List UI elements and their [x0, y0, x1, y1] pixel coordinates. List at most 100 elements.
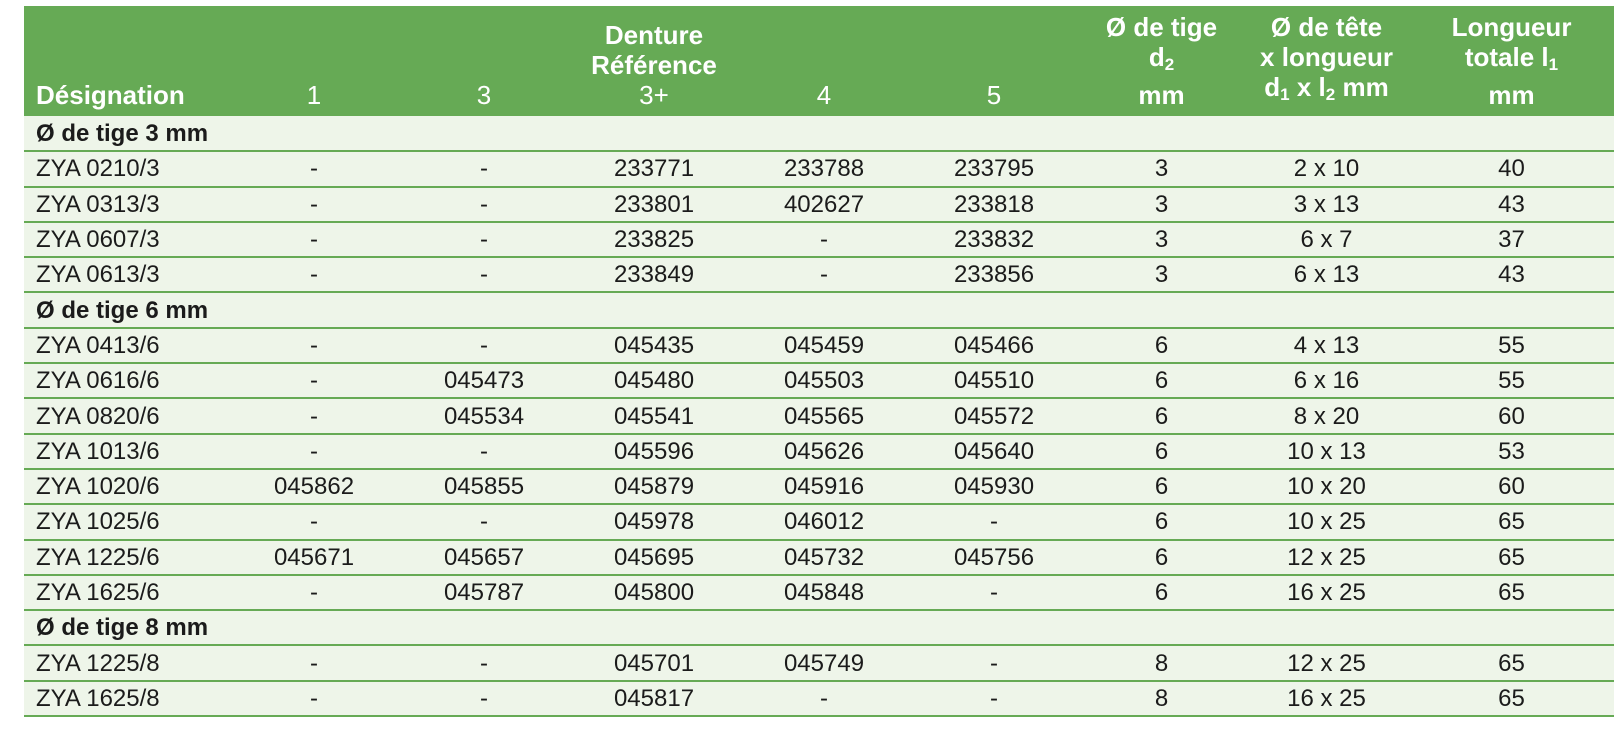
- cell-des: ZYA 0210/3: [24, 151, 229, 188]
- cell-c4: 046012: [739, 504, 909, 541]
- cell-c1: -: [229, 186, 399, 223]
- cell-c3p: 045701: [569, 645, 739, 682]
- cell-des: ZYA 1020/6: [24, 468, 229, 506]
- table-row: ZYA 1013/6- -045596 045626 045640 6 10 x 13 53: [24, 433, 1614, 470]
- cell-c3: 045855: [399, 468, 569, 506]
- cell-d2: 3: [1079, 186, 1244, 223]
- cell-c5: -: [909, 680, 1079, 718]
- cell-c3p: 233849: [569, 257, 739, 294]
- cell-c3: 045534: [399, 398, 569, 435]
- cell-c1: 045671: [229, 539, 399, 576]
- cell-d2: 6: [1079, 327, 1244, 365]
- cell-long: 65: [1409, 504, 1614, 541]
- cell-long: 65: [1409, 645, 1614, 682]
- header-col-5: 5: [986, 80, 1002, 110]
- group-label: Ø de tige 8 mm: [24, 610, 1614, 647]
- table-row: ZYA 0820/6-045534 045541 045565 045572 6 8 x …: [24, 398, 1614, 435]
- cell-long: 55: [1409, 327, 1614, 365]
- cell-c3: 045473: [399, 363, 569, 400]
- header-col-1: 1: [306, 80, 322, 110]
- cell-d2: 8: [1079, 680, 1244, 718]
- cell-d2: 6: [1079, 433, 1244, 470]
- cell-c1: -: [229, 398, 399, 435]
- cell-des: ZYA 0616/6: [24, 363, 229, 400]
- cell-c4: 045503: [739, 363, 909, 400]
- table-row: ZYA 1225/6 045671 045657 045695 045732 045756…: [24, 539, 1614, 576]
- group-label: Ø de tige 3 mm: [24, 116, 1614, 153]
- cell-c1: -: [229, 257, 399, 294]
- cell-des: ZYA 0820/6: [24, 398, 229, 435]
- table-row: ZYA 0210/3- -233771 233788 233795 3 2 x 10 40: [24, 151, 1614, 188]
- product-table: Désignation 1 3 Denture Référence 3+ 4 5…: [24, 6, 1614, 718]
- cell-des: ZYA 0607/3: [24, 221, 229, 259]
- header-longueur-line3: mm: [1488, 80, 1535, 110]
- cell-c5: 045572: [909, 398, 1079, 435]
- cell-long: 43: [1409, 257, 1614, 294]
- table-row: ZYA 1020/6 045862 045855 045879 045916 045930…: [24, 468, 1614, 506]
- cell-d2: 6: [1079, 504, 1244, 541]
- cell-tete: 3 x 13: [1244, 186, 1409, 223]
- cell-c3: -: [399, 433, 569, 470]
- cell-d2: 6: [1079, 539, 1244, 576]
- cell-c4: -: [739, 221, 909, 259]
- group-label: Ø de tige 6 mm: [24, 292, 1614, 329]
- header-designation: Désignation: [36, 80, 185, 110]
- cell-c4: 045732: [739, 539, 909, 576]
- cell-d2: 6: [1079, 468, 1244, 506]
- table-row: ZYA 1025/6- -045978 046012-6 10 x 25 65: [24, 504, 1614, 541]
- header-tete-line2: x longueur: [1260, 42, 1393, 72]
- cell-c3: -: [399, 327, 569, 365]
- cell-des: ZYA 0413/6: [24, 327, 229, 365]
- cell-des: ZYA 1013/6: [24, 433, 229, 470]
- cell-long: 40: [1409, 151, 1614, 188]
- cell-c4: -: [739, 680, 909, 718]
- cell-c5: 045510: [909, 363, 1079, 400]
- cell-tete: 10 x 25: [1244, 504, 1409, 541]
- product-table-container: Désignation 1 3 Denture Référence 3+ 4 5…: [24, 6, 1614, 718]
- cell-c3p: 045480: [569, 363, 739, 400]
- cell-d2: 3: [1079, 221, 1244, 259]
- cell-tete: 10 x 20: [1244, 468, 1409, 506]
- cell-c5: -: [909, 574, 1079, 612]
- cell-c3: 045657: [399, 539, 569, 576]
- table-row: ZYA 0413/6- -045435 045459 045466 6 4 x 13 55: [24, 327, 1614, 365]
- cell-tete: 12 x 25: [1244, 539, 1409, 576]
- cell-d2: 6: [1079, 574, 1244, 612]
- header-tige-line1: Ø de tige: [1105, 12, 1218, 42]
- header-tete-x: x l: [1289, 72, 1326, 102]
- cell-c5: 233795: [909, 151, 1079, 188]
- table-row: ZYA 0613/3- -233849-233856 3 6 x 13 43: [24, 257, 1614, 294]
- cell-c4: 045749: [739, 645, 909, 682]
- cell-tete: 6 x 16: [1244, 363, 1409, 400]
- cell-tete: 6 x 13: [1244, 257, 1409, 294]
- cell-c3: -: [399, 151, 569, 188]
- cell-c3p: 045541: [569, 398, 739, 435]
- cell-d2: 6: [1079, 363, 1244, 400]
- cell-des: ZYA 0613/3: [24, 257, 229, 294]
- cell-c5: 233832: [909, 221, 1079, 259]
- cell-tete: 4 x 13: [1244, 327, 1409, 365]
- cell-d2: 3: [1079, 151, 1244, 188]
- cell-c1: -: [229, 504, 399, 541]
- header-col-3plus: 3+: [639, 80, 669, 110]
- header-longueur-line2: totale l1: [1409, 42, 1614, 80]
- cell-c3p: 233801: [569, 186, 739, 223]
- cell-tete: 16 x 25: [1244, 574, 1409, 612]
- cell-c3: -: [399, 645, 569, 682]
- cell-d2: 6: [1079, 398, 1244, 435]
- cell-c3p: 233771: [569, 151, 739, 188]
- cell-c5: -: [909, 645, 1079, 682]
- header-denture-reference: Denture Référence 3+: [569, 6, 739, 116]
- header-tige-line3: mm: [1138, 80, 1185, 110]
- cell-c3p: 045817: [569, 680, 739, 718]
- cell-c3: -: [399, 257, 569, 294]
- cell-c4: -: [739, 257, 909, 294]
- cell-des: ZYA 1225/6: [24, 539, 229, 576]
- cell-c5: 045640: [909, 433, 1079, 470]
- header-tete-l-sub: 2: [1325, 85, 1336, 104]
- cell-c4: 045916: [739, 468, 909, 506]
- cell-c4: 402627: [739, 186, 909, 223]
- cell-c3: -: [399, 504, 569, 541]
- header-tete-d-sub: 1: [1280, 85, 1290, 104]
- cell-tete: 6 x 7: [1244, 221, 1409, 259]
